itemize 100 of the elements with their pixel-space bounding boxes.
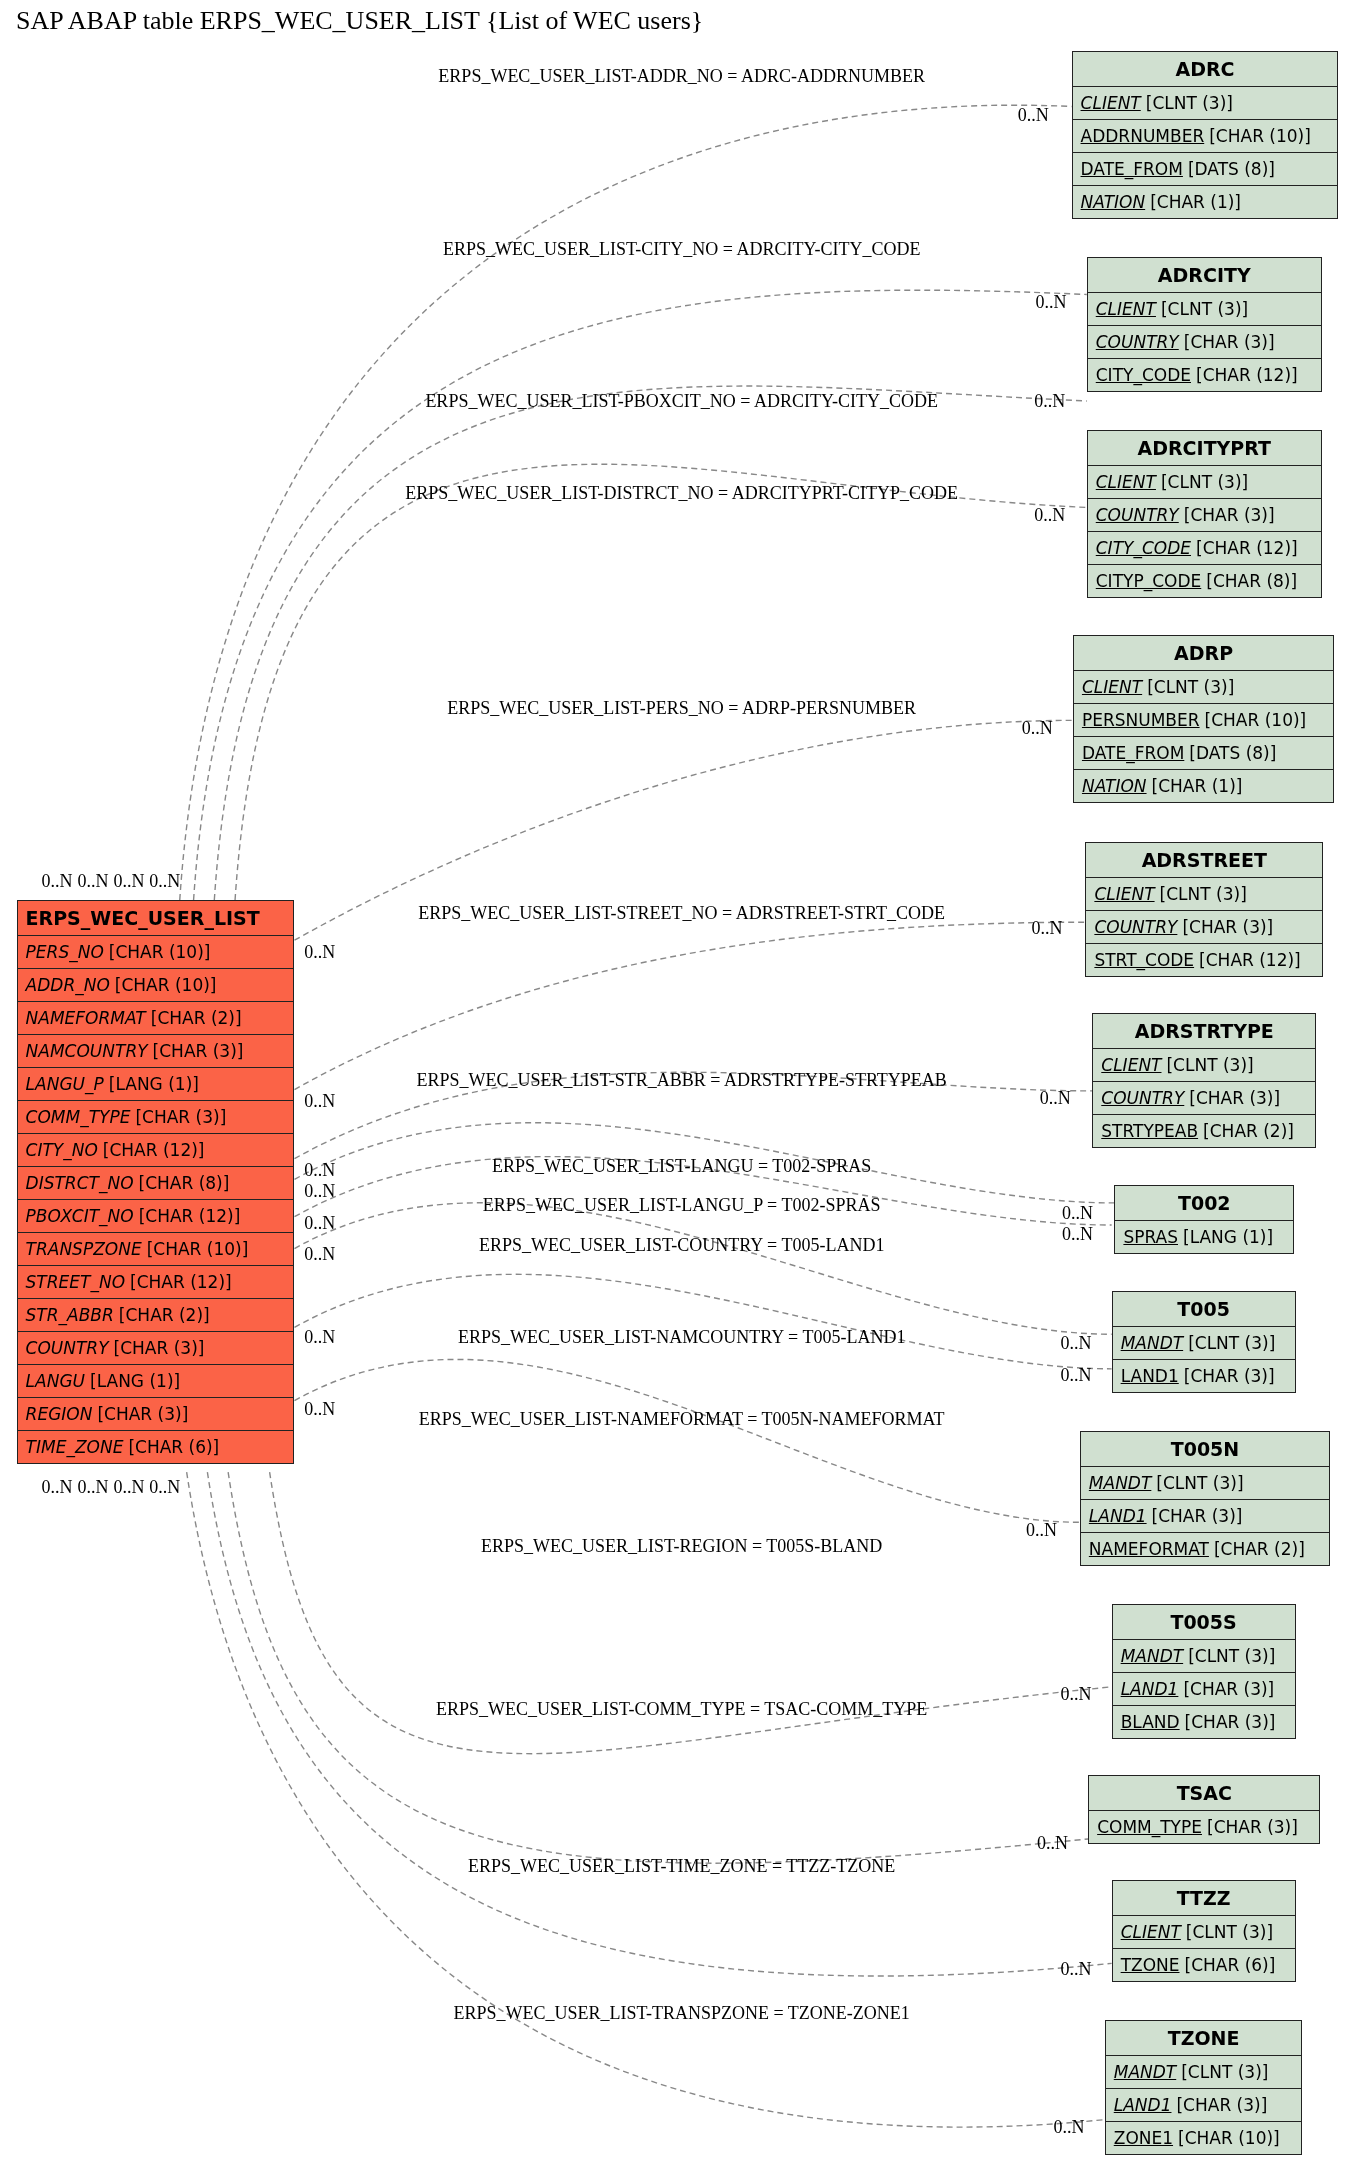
cardinality-label: 0..N (41, 871, 73, 893)
table-field: TRANSPZONE [CHAR (10)] (17, 1232, 294, 1266)
relation-label: ERPS_WEC_USER_LIST-REGION = T005S-BLAND (481, 1536, 883, 1558)
table-field: COMM_TYPE [CHAR (3)] (1089, 1810, 1320, 1844)
table-field: DISTRCT_NO [CHAR (8)] (17, 1166, 294, 1200)
table-field: LANGU_P [LANG (1)] (17, 1067, 294, 1101)
table-field: MANDT [CLNT (3)] (1105, 2055, 1302, 2089)
table-field: CLIENT [CLNT (3)] (1086, 877, 1323, 911)
table-field: PERSNUMBER [CHAR (10)] (1073, 702, 1334, 736)
table-field: STRTYPEAB [CHAR (2)] (1093, 1114, 1316, 1148)
table-field: DATE_FROM [DATS (8)] (1072, 152, 1338, 186)
table-field: CLIENT [CLNT (3)] (1072, 86, 1338, 120)
cardinality-label: 0..N (1035, 291, 1067, 313)
table-field: STR_ABBR [CHAR (2)] (17, 1298, 294, 1332)
cardinality-label: 0..N (149, 871, 181, 893)
cardinality-label: 0..N (1039, 1088, 1071, 1110)
table-field: CITYP_CODE [CHAR (8)] (1087, 564, 1321, 597)
cardinality-label: 0..N (1053, 2116, 1085, 2138)
table-field: LANGU [LANG (1)] (17, 1364, 294, 1398)
relation-label: ERPS_WEC_USER_LIST-PBOXCIT_NO = ADRCITY-CITY_CODE (425, 391, 938, 413)
relation-label: ERPS_WEC_USER_LIST-STREET_NO = ADRSTREET-STRT_CODE (418, 902, 946, 924)
cardinality-label: 0..N (1037, 1833, 1068, 1855)
table-name: T005 (1176, 1297, 1231, 1323)
table-field: CLIENT [CLNT (3)] (1093, 1048, 1316, 1082)
table-name: T005S (1169, 1609, 1238, 1635)
table-field: COUNTRY [CHAR (3)] (1086, 910, 1323, 944)
relation-label: ERPS_WEC_USER_LIST-CITY_NO = ADRCITY-CITY_CODE (442, 239, 921, 261)
relation-label: ERPS_WEC_USER_LIST-LANGU = T002-SPRAS (492, 1155, 872, 1177)
cardinality-label: 0..N (304, 1180, 336, 1202)
table-name: ADRCITYPRT (1136, 436, 1273, 461)
cardinality-label: 0..N (1061, 1223, 1093, 1245)
table-field: STRT_CODE [CHAR (12)] (1086, 943, 1323, 977)
cardinality-label: 0..N (1034, 391, 1066, 413)
table-field: PERS_NO [CHAR (10)] (17, 935, 294, 969)
cardinality-label: 0..N (1031, 918, 1063, 940)
table-field: TZONE [CHAR (6)] (1112, 1948, 1295, 1982)
cardinality-label: 0..N (304, 1399, 336, 1421)
table-field: LAND1 [CHAR (3)] (1105, 2088, 1302, 2122)
table-field: COUNTRY [CHAR (3)] (17, 1331, 294, 1365)
table-field: CLIENT [CLNT (3)] (1112, 1915, 1295, 1949)
cardinality-label: 0..N (149, 1476, 181, 1498)
table-field: BLAND [CHAR (3)] (1112, 1704, 1295, 1738)
table-name: T002 (1176, 1190, 1232, 1216)
cardinality-label: 0..N (113, 1476, 145, 1498)
cardinality-label: 0..N (1060, 1684, 1092, 1706)
table-field: LAND1 [CHAR (3)] (1112, 1671, 1295, 1705)
cardinality-label: 0..N (1060, 1332, 1092, 1354)
table-name: ADRSTRTYPE (1133, 1019, 1275, 1045)
cardinality-label: 0..N (304, 941, 336, 963)
cardinality-label: 0..N (304, 1212, 336, 1234)
table-name: ADRSTREET (1140, 848, 1268, 874)
table-field: CLIENT [CLNT (3)] (1087, 292, 1321, 326)
table-name: ADRP (1173, 640, 1235, 666)
table-field: PBOXCIT_NO [CHAR (12)] (17, 1199, 294, 1233)
table-field: NAMCOUNTRY [CHAR (3)] (17, 1034, 294, 1068)
relation-label: ERPS_WEC_USER_LIST-TIME_ZONE = TTZZ-TZONE (468, 1855, 896, 1877)
table-field: NAMEFORMAT [CHAR (2)] (1080, 1532, 1330, 1566)
relation-label: ERPS_WEC_USER_LIST-PERS_NO = ADRP-PERSNUMBER (447, 698, 916, 720)
cardinality-label: 0..N (41, 1476, 73, 1498)
relation-label: ERPS_WEC_USER_LIST-LANGU_P = T002-SPRAS (482, 1194, 881, 1216)
table-name: ADRC (1174, 57, 1236, 83)
cardinality-label: 0..N (77, 871, 109, 893)
table-field: MANDT [CLNT (3)] (1112, 1326, 1295, 1360)
table-field: CITY_CODE [CHAR (12)] (1087, 358, 1321, 392)
cardinality-label: 0..N (1034, 504, 1066, 526)
table-field: LAND1 [CHAR (3)] (1080, 1499, 1330, 1533)
table-field: CLIENT [CLNT (3)] (1087, 465, 1321, 498)
relation-label: ERPS_WEC_USER_LIST-COUNTRY = T005-LAND1 (478, 1234, 885, 1256)
table-field: NAMEFORMAT [CHAR (2)] (17, 1001, 294, 1035)
page-title: SAP ABAP table ERPS_WEC_USER_LIST {List of WEC users} (16, 6, 704, 36)
table-name: T005N (1169, 1437, 1241, 1463)
table-field: ZONE1 [CHAR (10)] (1105, 2121, 1302, 2155)
table-field: REGION [CHAR (3)] (17, 1397, 294, 1431)
table-field: SPRAS [LANG (1)] (1115, 1219, 1294, 1253)
table-field: COUNTRY [CHAR (3)] (1087, 325, 1321, 359)
cardinality-label: 0..N (1017, 105, 1049, 127)
table-name: TZONE (1166, 2026, 1241, 2052)
cardinality-label: 0..N (1060, 1959, 1092, 1981)
cardinality-label: 0..N (304, 1244, 336, 1266)
relation-label: ERPS_WEC_USER_LIST-DISTRCT_NO = ADRCITYPRT-CITYP_CODE (405, 482, 959, 504)
table-field: CLIENT [CLNT (3)] (1073, 669, 1334, 703)
table-field: STREET_NO [CHAR (12)] (17, 1265, 294, 1299)
table-field: ADDR_NO [CHAR (10)] (17, 968, 294, 1002)
relation-label: ERPS_WEC_USER_LIST-STR_ABBR = ADRSTRTYPE-STRTYPEAB (416, 1070, 947, 1092)
table-name: ADRCITY (1156, 263, 1252, 289)
table-field: NATION [CHAR (1)] (1073, 768, 1334, 802)
table-name: ERPS_WEC_USER_LIST (24, 906, 261, 932)
relation-label: ERPS_WEC_USER_LIST-NAMEFORMAT = T005N-NAMEFORMAT (418, 1408, 945, 1430)
relation-label: ERPS_WEC_USER_LIST-TRANSPZONE = TZONE-ZONE1 (453, 2003, 910, 2025)
relation-label: ERPS_WEC_USER_LIST-ADDR_NO = ADRC-ADDRNUMBER (438, 66, 925, 88)
relation-label: ERPS_WEC_USER_LIST-COMM_TYPE = TSAC-COMM_TYPE (436, 1699, 928, 1721)
table-name: TTZZ (1175, 1886, 1232, 1912)
cardinality-label: 0..N (1025, 1519, 1057, 1541)
cardinality-label: 0..N (77, 1476, 109, 1498)
relation-label: ERPS_WEC_USER_LIST-NAMCOUNTRY = T005-LAND1 (457, 1327, 906, 1349)
table-field: COUNTRY [CHAR (3)] (1093, 1081, 1316, 1115)
table-field: CITY_CODE [CHAR (12)] (1087, 531, 1321, 564)
cardinality-label: 0..N (304, 1090, 336, 1112)
table-name: TSAC (1175, 1781, 1233, 1807)
cardinality-label: 0..N (304, 1160, 336, 1182)
